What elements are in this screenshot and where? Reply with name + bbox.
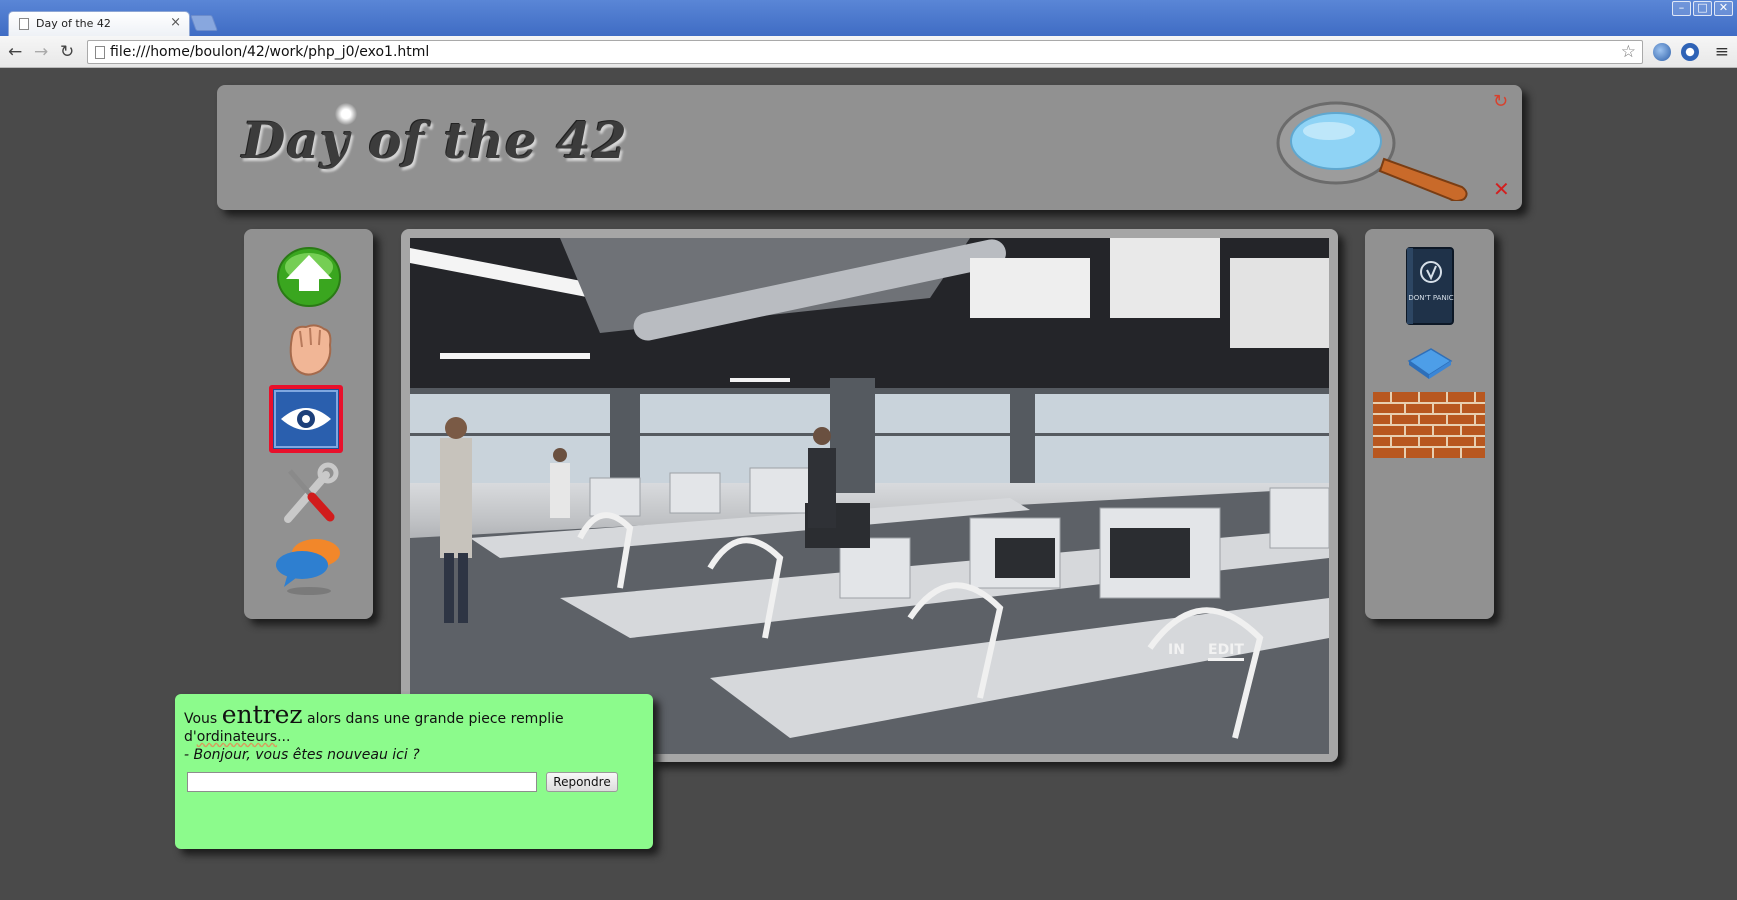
tab-title: Day of the 42 <box>36 17 111 30</box>
browser-toolbar: ← → ↻ file:///home/boulon/42/work/php_j0… <box>0 36 1737 68</box>
towel-icon[interactable] <box>1405 345 1455 381</box>
forward-icon[interactable]: → <box>34 42 48 62</box>
narration-prefix: Vous <box>184 711 222 727</box>
bookmark-star-icon[interactable]: ☆ <box>1621 42 1636 62</box>
up-arrow-icon[interactable] <box>270 245 348 309</box>
tools-icon[interactable] <box>270 461 348 525</box>
back-icon[interactable]: ← <box>8 42 22 62</box>
watermark-in: IN <box>1168 642 1185 658</box>
narration-emphasis: entrez <box>221 700 303 729</box>
url-text[interactable]: file:///home/boulon/42/work/php_j0/exo1.… <box>110 44 429 60</box>
story-dialog: Vous entrez alors dans une grande piece … <box>175 694 653 849</box>
eye-icon-selected[interactable] <box>269 385 343 453</box>
npc-quote: - Bonjour, vous êtes nouveau ici ? <box>184 747 420 763</box>
narration-line: Vous entrez alors dans une grande piece … <box>184 702 644 728</box>
action-menu <box>244 229 373 619</box>
narration-l2-suffix: ... <box>277 729 291 745</box>
address-bar[interactable]: file:///home/boulon/42/work/php_j0/exo1.… <box>87 40 1643 64</box>
new-tab-button[interactable] <box>190 15 218 31</box>
extension-c-icon[interactable] <box>1681 43 1699 61</box>
narration-l2-word: ordinateurs <box>196 729 278 745</box>
watermark-edit: EDIT <box>1208 642 1244 661</box>
scene-panel: IN EDIT <box>401 229 1338 762</box>
narration-l2-prefix: d' <box>184 729 197 745</box>
inventory-panel: DON'T PANIC <box>1365 229 1494 619</box>
answer-input[interactable] <box>187 772 537 792</box>
dont-panic-book-icon[interactable]: DON'T PANIC <box>1403 246 1457 326</box>
window-controls: – □ ✕ <box>1672 1 1733 16</box>
narration-rest: alors dans une grande piece remplie <box>302 711 564 727</box>
brick-wall-icon[interactable] <box>1373 392 1485 458</box>
chat-bubbles-icon[interactable] <box>270 533 348 597</box>
browser-tab[interactable]: Day of the 42 × <box>8 11 190 36</box>
book-title: DON'T PANIC <box>1408 294 1453 302</box>
header-panel: Day of the 42 ↻ ✕ <box>217 85 1522 210</box>
close-window-button[interactable]: ✕ <box>1714 1 1733 16</box>
fist-icon[interactable] <box>270 317 348 381</box>
computer-lab-image: IN EDIT <box>410 238 1329 754</box>
browser-titlebar: Day of the 42 × – □ ✕ <box>0 0 1737 36</box>
close-icon[interactable]: ✕ <box>1493 177 1510 201</box>
eye-icon <box>274 390 338 448</box>
site-logo: Day of the 42 <box>242 111 628 170</box>
chrome-menu-icon[interactable]: ≡ <box>1715 42 1729 62</box>
extension-globe-icon[interactable] <box>1653 43 1671 61</box>
reload-icon[interactable]: ↻ <box>60 42 74 62</box>
file-icon <box>95 46 105 59</box>
minimize-button[interactable]: – <box>1672 1 1691 16</box>
reply-button[interactable]: Repondre <box>546 772 618 792</box>
tab-close-icon[interactable]: × <box>170 15 181 30</box>
page-icon <box>19 18 29 30</box>
refresh-icon[interactable]: ↻ <box>1493 91 1508 112</box>
maximize-button[interactable]: □ <box>1693 1 1712 16</box>
narration-line-2: d'ordinateurs... <box>184 728 644 746</box>
magnifier-icon[interactable] <box>1274 101 1474 201</box>
